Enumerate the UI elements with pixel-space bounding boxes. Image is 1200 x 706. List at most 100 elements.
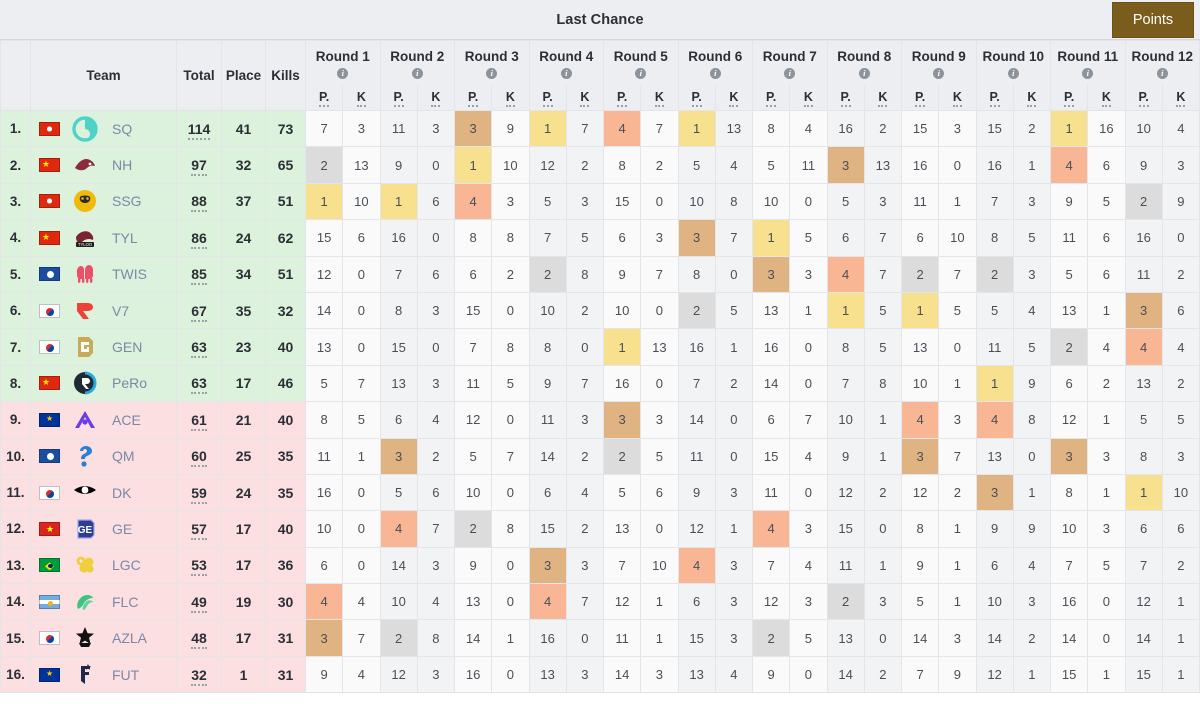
- round-4-kills-cell: 2: [565, 291, 605, 330]
- round-7-placement-cell: 16: [751, 328, 791, 366]
- table-row[interactable]: 1. SQ 114 41 73 7 3 11 3 3 9 1 7 4 7 1 13 8 4 16 2 15 3 15 2 1 16 1…: [0, 109, 1200, 148]
- team-cell[interactable]: TYLOO TYL: [30, 219, 177, 257]
- info-icon[interactable]: i: [784, 67, 796, 79]
- col-header-round-6-p[interactable]: P.: [677, 84, 716, 111]
- table-row[interactable]: 3. SSG 88 37 51 1 10 1 6 4 3 5 3 15 0 10 8 10 0 5 3 11 1 7 3 9 5 2 9: [0, 182, 1200, 221]
- info-icon[interactable]: i: [337, 67, 349, 79]
- col-header-round-12-k[interactable]: K: [1161, 84, 1200, 111]
- info-icon[interactable]: i: [1082, 67, 1094, 79]
- team-name: SSG: [112, 193, 142, 210]
- info-icon[interactable]: i: [560, 67, 572, 79]
- team-cell[interactable]: GEN: [30, 328, 177, 366]
- round-9-placement-cell: 1: [900, 291, 940, 330]
- col-header-round-1-p[interactable]: P.: [304, 84, 344, 111]
- team-cell[interactable]: V7: [30, 291, 177, 330]
- col-header-round-4-p[interactable]: P.: [528, 84, 567, 111]
- col-header-round-11-p[interactable]: P.: [1049, 84, 1089, 111]
- round-8-placement-cell: 8: [826, 328, 865, 366]
- standings-page: Last Chance Points Team Total Place Kill…: [0, 0, 1200, 706]
- team-cell[interactable]: SSG: [30, 182, 177, 221]
- col-header-round-11-k[interactable]: K: [1087, 84, 1126, 111]
- info-icon[interactable]: i: [709, 67, 721, 79]
- team-cell[interactable]: NH: [30, 146, 177, 184]
- info-icon[interactable]: i: [1007, 67, 1019, 79]
- info-icon[interactable]: i: [411, 67, 423, 79]
- info-icon[interactable]: i: [933, 67, 945, 79]
- round-5-placement-cell: 5: [602, 473, 642, 512]
- col-header-round-3-k[interactable]: K: [491, 84, 530, 111]
- team-cell[interactable]: DK: [30, 473, 177, 512]
- round-3-placement-cell: 13: [453, 583, 493, 621]
- col-header-round-10-k[interactable]: K: [1012, 84, 1052, 111]
- round-8-kills-cell: 2: [863, 655, 903, 694]
- table-row[interactable]: 6. V7 67 35 32 14 0 8 3 15 0 10 2 10 0 2 5 13 1 1 5 1 5 5 4 13 1 3 6: [0, 291, 1200, 330]
- col-header-round-10-p[interactable]: P.: [975, 84, 1014, 111]
- col-header-round-2-k[interactable]: K: [416, 84, 456, 111]
- col-header-round-8-p[interactable]: P.: [826, 84, 865, 111]
- team-cell[interactable]: AZLA: [30, 619, 177, 657]
- col-header-round-6-k[interactable]: K: [714, 84, 754, 111]
- col-header-round-4-k[interactable]: K: [565, 84, 605, 111]
- team-cell[interactable]: PeRo: [30, 364, 177, 403]
- col-header-round-9-k[interactable]: K: [938, 84, 977, 111]
- col-header-round-12-p[interactable]: P.: [1124, 84, 1163, 111]
- round-9-placement-cell: 4: [900, 401, 940, 439]
- pk-label: P.: [989, 90, 1000, 108]
- total-value: 63: [191, 339, 207, 359]
- info-icon[interactable]: i: [858, 67, 870, 79]
- info-icon[interactable]: i: [486, 67, 498, 79]
- table-row[interactable]: 16.FUT3213194123160133143134901427912115…: [0, 655, 1200, 694]
- points-toggle-button[interactable]: Points: [1112, 2, 1194, 38]
- round-1-placement-cell: 8: [304, 401, 344, 439]
- team-cell[interactable]: GE GE: [30, 510, 177, 548]
- col-header-round-7-k[interactable]: K: [789, 84, 828, 111]
- team-cell[interactable]: LGC: [30, 546, 177, 585]
- col-header-rank[interactable]: [0, 40, 31, 111]
- col-header-round-5-p[interactable]: P.: [602, 84, 642, 111]
- team-cell[interactable]: FLC: [30, 583, 177, 621]
- team-cell[interactable]: QM: [30, 437, 177, 475]
- table-row[interactable]: 11. DK 59 24 35 16 0 5 6 10 0 6 4 5 6 9 3 11 0 12 2 12 2 3 1 8 1 1 1…: [0, 473, 1200, 512]
- kills-points-cell: 32: [265, 291, 306, 330]
- round-12-placement-cell: 3: [1124, 291, 1163, 330]
- round-3-kills-cell: 8: [491, 328, 530, 366]
- round-2-placement-cell: 14: [379, 546, 418, 585]
- col-header-round-8-k[interactable]: K: [863, 84, 903, 111]
- table-row[interactable]: 4.TYLOOTYL862462156160887563371567610851…: [0, 219, 1200, 257]
- round-10-placement-cell: 4: [975, 401, 1014, 439]
- team-cell[interactable]: TWIS: [30, 255, 177, 293]
- table-row[interactable]: 7. GEN 63 23 40 13 0 15 0 7 8 8 0 1 13 16 1 16 0 8 5 13 0 11 5 2 4…: [0, 328, 1200, 366]
- col-header-round-1-k[interactable]: K: [342, 84, 381, 111]
- table-row[interactable]: 14. FLC 49 19 30 4 4 10 4 13 0 4 7 12 1 6 3 12 3 2 3 5 1 10 3 16 0…: [0, 583, 1200, 621]
- table-row[interactable]: 2.NH973265213901101228254511313160161469…: [0, 146, 1200, 184]
- table-row[interactable]: 13. LGC 53 17 36 6 0 14 3 9 0 3 3 7 10 4 3 7 4 11 1 9 1 6 4 7 5 7 2: [0, 546, 1200, 585]
- round-7-placement-cell: 13: [751, 291, 791, 330]
- col-header-round-5-k[interactable]: K: [640, 84, 679, 111]
- table-row[interactable]: 9.ACE61214085641201133314067101434812155: [0, 401, 1200, 439]
- col-header-team[interactable]: Team: [30, 40, 177, 111]
- col-header-place[interactable]: Place: [221, 40, 266, 111]
- pk-label: K: [1101, 90, 1111, 108]
- col-header-round-2-p[interactable]: P.: [379, 84, 418, 111]
- col-header-round-9-p[interactable]: P.: [900, 84, 940, 111]
- team-cell[interactable]: FUT: [30, 655, 177, 694]
- col-header-kills[interactable]: Kills: [265, 40, 306, 111]
- table-row[interactable]: 8.PeRo6317465713311597160721407810119621…: [0, 364, 1200, 403]
- round-11-placement-cell: 4: [1049, 146, 1089, 184]
- total-value: 85: [191, 266, 207, 286]
- round-7-kills-cell: 3: [789, 255, 828, 293]
- info-icon[interactable]: i: [1156, 67, 1168, 79]
- info-icon[interactable]: i: [635, 67, 647, 79]
- team-cell[interactable]: SQ: [30, 109, 177, 148]
- round-label: Round 3: [464, 48, 519, 64]
- table-row[interactable]: 12.GEGE571740100472815213012143150819910…: [0, 510, 1200, 548]
- rank-cell: 8.: [0, 364, 31, 403]
- place-points-cell: 17: [221, 364, 266, 403]
- team-cell[interactable]: ACE: [30, 401, 177, 439]
- table-row[interactable]: 5. TWIS 85 34 51 12 0 7 6 6 2 2 8 9 7 8 0 3 3 4 7 2 7 2 3 5 6 11 2: [0, 255, 1200, 293]
- table-row[interactable]: 15. AZLA 48 17 31 3 7 2 8 14 1 16 0 11 1 15 3 2 5 13 0 14 3 14 2…: [0, 619, 1200, 657]
- col-header-round-7-p[interactable]: P.: [751, 84, 791, 111]
- col-header-total[interactable]: Total: [176, 40, 222, 111]
- col-header-round-3-p[interactable]: P.: [453, 84, 493, 111]
- table-row[interactable]: 10. QM 60 25 35 11 1 3 2 5 7 14 2 2 5 11 0 15 4 9 1 3 7 13 0 3 3 8 3: [0, 437, 1200, 475]
